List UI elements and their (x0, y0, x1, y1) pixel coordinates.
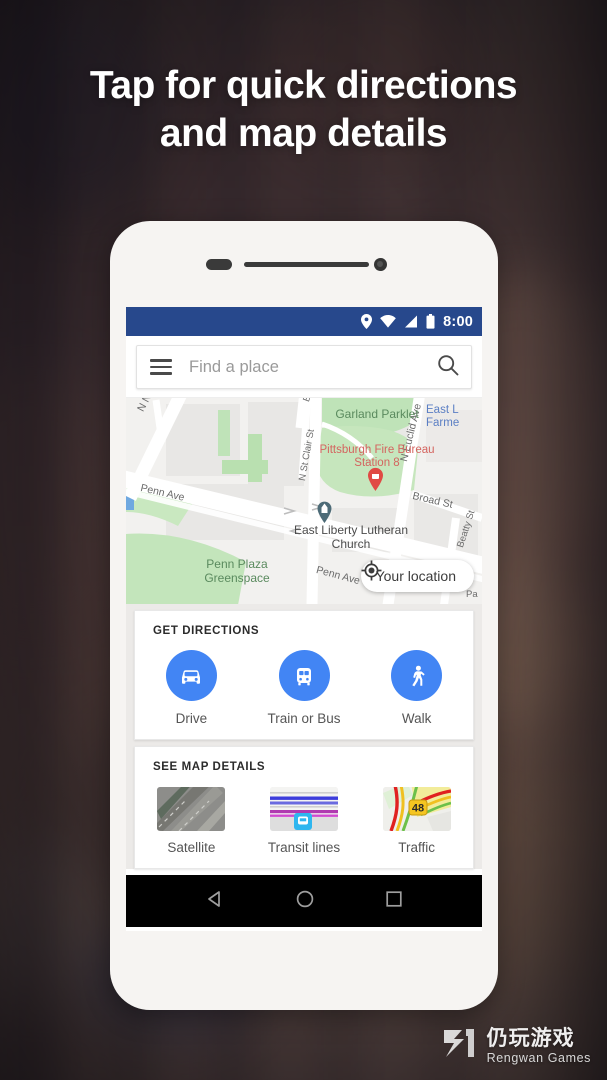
watermark-text: 仍玩游戏 Rengwan Games (486, 1027, 591, 1065)
church-marker-icon[interactable] (316, 500, 333, 523)
directions-label-walk: Walk (401, 711, 432, 726)
your-location-label: Your location (375, 568, 456, 584)
back-triangle-icon[interactable] (205, 889, 225, 914)
directions-tiles: Drive Train or Bus Walk (135, 641, 473, 739)
see-map-details-title: SEE MAP DETAILS (153, 761, 266, 773)
phone-screen: 8:00 Find a place Penn Ave Broad St N St… (126, 307, 482, 931)
search-bar-container: Find a place (126, 336, 482, 397)
search-input[interactable]: Find a place (189, 358, 437, 377)
status-bar: 8:00 (126, 307, 482, 336)
get-directions-title: GET DIRECTIONS (153, 625, 260, 637)
directions-tile-drive[interactable]: Drive (135, 641, 248, 739)
map-details-tile-satellite[interactable]: Satellite (135, 777, 248, 868)
svg-text:48: 48 (412, 803, 424, 815)
search-icon[interactable] (437, 354, 459, 381)
your-location-chip[interactable]: Your location (360, 560, 474, 592)
android-nav-bar (126, 875, 482, 927)
status-bar-clock: 8:00 (443, 313, 473, 330)
headline-line-2: and map details (159, 111, 448, 155)
proximity-sensor-icon (206, 259, 232, 270)
phone-mockup: 8:00 Find a place Penn Ave Broad St N St… (110, 221, 498, 1010)
headline-line-1: Tap for quick directions (89, 64, 518, 107)
location-pin-icon (361, 314, 373, 329)
car-icon[interactable] (165, 650, 217, 701)
rengwan-logo-icon (442, 1027, 478, 1066)
transit-lines-thumbnail[interactable] (270, 787, 338, 831)
headline: Tap for quick directions and map details (0, 62, 607, 158)
map-details-label-satellite: Satellite (167, 840, 216, 855)
watermark-en: Rengwan Games (486, 1050, 591, 1065)
map-details-tile-traffic[interactable]: 48 Traffic (360, 777, 473, 868)
traffic-thumbnail[interactable]: 48 (382, 787, 451, 831)
map-details-tiles: Satellite Transit lines 48 Traffic (135, 777, 473, 868)
map-details-tile-transit-lines[interactable]: Transit lines (248, 777, 361, 868)
map-view[interactable]: N Negley Ave Penn Ave Broad Broad St N S… (126, 397, 482, 604)
map-details-label-transit-lines: Transit lines (267, 840, 341, 855)
phone-top-bezel (110, 221, 498, 307)
battery-icon (426, 314, 435, 329)
get-directions-card: GET DIRECTIONS Drive Train or Bus Walk (134, 610, 474, 740)
cards-container: GET DIRECTIONS Drive Train or Bus Walk S… (126, 604, 482, 869)
search-bar[interactable]: Find a place (136, 345, 472, 389)
map-details-label-traffic: Traffic (398, 840, 436, 855)
hamburger-menu-icon[interactable] (150, 355, 172, 378)
watermark: 仍玩游戏 Rengwan Games (442, 1027, 591, 1066)
directions-tile-walk[interactable]: Walk (360, 641, 473, 739)
recents-square-icon[interactable] (385, 890, 403, 913)
home-circle-icon[interactable] (295, 889, 315, 914)
pedestrian-icon[interactable] (391, 650, 443, 701)
satellite-thumbnail[interactable] (157, 787, 226, 831)
wifi-icon (380, 315, 396, 328)
directions-tile-transit[interactable]: Train or Bus (248, 641, 361, 739)
front-camera-icon (374, 258, 387, 271)
train-icon[interactable] (278, 650, 330, 701)
cell-signal-icon (404, 315, 418, 328)
directions-label-transit: Train or Bus (267, 711, 341, 726)
see-map-details-card: SEE MAP DETAILS Satellite Transit lines (134, 746, 474, 869)
directions-label-drive: Drive (175, 711, 208, 726)
earpiece-speaker-icon (244, 262, 369, 267)
fire-station-marker-icon[interactable] (366, 466, 385, 491)
watermark-cn: 仍玩游戏 (486, 1027, 575, 1051)
